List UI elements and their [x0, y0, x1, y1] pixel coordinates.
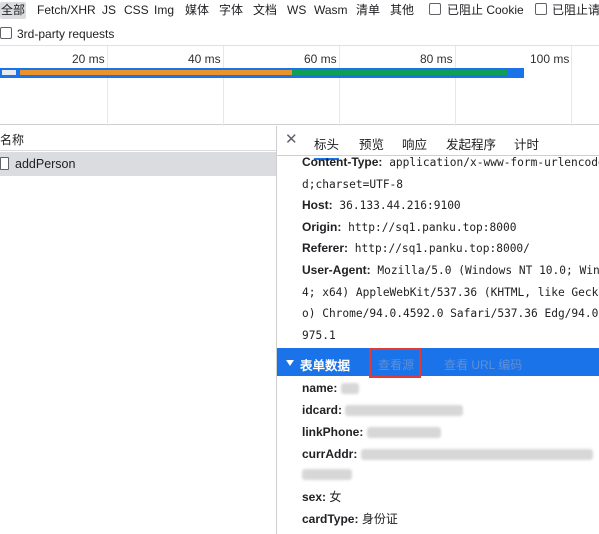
header-line: 4; x64) AppleWebKit/537.36 (KHTML, like … — [302, 282, 598, 304]
collapse-triangle-icon[interactable] — [286, 360, 294, 366]
field-name: idcard: — [302, 403, 343, 417]
header-value: 975.1 — [302, 328, 336, 342]
filter-all[interactable]: 全部 — [0, 2, 27, 19]
field-value: 身份证 — [361, 512, 398, 526]
filter-doc[interactable]: 文档 — [253, 2, 277, 19]
redacted-value — [302, 469, 352, 481]
filter-bar-row2: 3rd-party requests — [0, 22, 599, 44]
form-field: cardType: 身份证 — [302, 510, 398, 528]
header-line: Origin: http://sq1.panku.top:8000 — [302, 217, 516, 239]
redacted-value — [360, 449, 593, 461]
header-value: o) Chrome/94.0.4592.0 Safari/537.36 Edg/… — [302, 307, 599, 321]
column-name-header[interactable]: 名称 — [0, 133, 24, 147]
timeline-gridline — [107, 46, 108, 126]
timeline-gridline — [223, 46, 224, 126]
header-line: Content-Type: application/x-www-form-url… — [302, 152, 599, 174]
header-value: 4; x64) AppleWebKit/537.36 (KHTML, like … — [302, 285, 599, 299]
header-value: application/x-www-form-urlencode — [389, 156, 599, 169]
filter-manifest[interactable]: 清单 — [356, 2, 380, 19]
header-value: http://sq1.panku.top:8000/ — [354, 242, 530, 256]
timeline-tick: 100 ms — [530, 52, 570, 66]
form-field: sex: 女 — [302, 488, 341, 506]
request-bar-end — [508, 70, 522, 75]
request-name: addPerson — [15, 157, 76, 171]
view-url-encoded-button[interactable]: 查看 URL 编码 — [444, 356, 522, 373]
close-icon[interactable]: ✕ — [285, 132, 299, 147]
filter-img[interactable]: Img — [154, 2, 174, 19]
redacted-value — [340, 383, 359, 395]
list-header: 名称 — [0, 130, 276, 151]
header-name: Host: — [302, 198, 333, 213]
tab-response[interactable]: 响应 — [402, 134, 427, 153]
field-name: cardType: — [302, 512, 359, 526]
third-party-label: 3rd-party requests — [17, 27, 115, 41]
header-value: d;charset=UTF-8 — [302, 177, 404, 191]
view-source-button[interactable]: 查看源 — [378, 356, 414, 373]
tab-timing[interactable]: 计时 — [514, 134, 539, 153]
form-field-continuation — [302, 465, 352, 483]
document-icon — [0, 157, 9, 170]
header-name: Content-Type: — [302, 155, 383, 169]
header-line: d;charset=UTF-8 — [302, 174, 403, 196]
blocked-requests-label: 已阻止请 — [552, 3, 599, 17]
filter-fetch-xhr[interactable]: Fetch/XHR — [37, 2, 96, 19]
filter-wasm[interactable]: Wasm — [314, 2, 348, 19]
request-bar-waiting — [20, 70, 292, 75]
header-line: 975.1 — [302, 325, 336, 347]
filter-other[interactable]: 其他 — [390, 2, 414, 19]
form-fields: name: idcard: linkPhone: currAddr: sex: … — [277, 376, 599, 534]
redacted-value — [366, 427, 441, 439]
third-party-checkbox[interactable] — [0, 27, 12, 39]
form-data-section-header[interactable]: 表单数据 查看源 查看 URL 编码 — [277, 348, 599, 378]
blocked-requests-checkbox[interactable] — [535, 3, 547, 15]
request-row[interactable]: addPerson — [0, 152, 276, 176]
filter-js[interactable]: JS — [102, 2, 116, 19]
request-bar-download — [292, 70, 508, 75]
request-bar-queue — [2, 70, 16, 75]
redacted-value — [345, 405, 464, 417]
tab-preview[interactable]: 预览 — [359, 134, 384, 153]
filter-css[interactable]: CSS — [124, 2, 149, 19]
timeline-gridline — [571, 46, 572, 126]
timeline-gridline — [455, 46, 456, 126]
header-name: Origin: — [302, 219, 342, 234]
timeline-tick: 80 ms — [420, 52, 453, 66]
filter-media[interactable]: 媒体 — [185, 2, 209, 19]
header-line: Host: 36.133.44.216:9100 — [302, 195, 461, 217]
header-name: Referer: — [302, 241, 349, 256]
form-field: linkPhone: — [302, 423, 441, 441]
timeline-overview[interactable]: 20 ms 40 ms 60 ms 80 ms 100 ms — [0, 45, 599, 126]
timeline-tick: 20 ms — [72, 52, 105, 66]
tab-initiator[interactable]: 发起程序 — [446, 134, 496, 153]
timeline-tick: 60 ms — [304, 52, 337, 66]
blocked-cookies-label: 已阻止 Cookie — [447, 3, 524, 17]
filter-font[interactable]: 字体 — [219, 2, 243, 19]
filter-bar: 全部 Fetch/XHR JS CSS Img 媒体 字体 文档 WS Wasm… — [0, 0, 599, 21]
field-name: linkPhone: — [302, 425, 364, 439]
header-line: Referer: http://sq1.panku.top:8000/ — [302, 238, 530, 260]
request-headers: Content-Type: application/x-www-form-url… — [277, 152, 599, 348]
form-field: currAddr: — [302, 445, 593, 463]
field-name: name: — [302, 381, 338, 395]
form-field: name: — [302, 379, 359, 397]
filter-ws[interactable]: WS — [287, 2, 306, 19]
field-value: 女 — [329, 490, 342, 504]
header-name: User-Agent: — [302, 263, 371, 277]
form-data-title: 表单数据 — [300, 359, 351, 373]
form-field: idcard: — [302, 401, 464, 419]
header-value: http://sq1.panku.top:8000 — [348, 220, 517, 234]
timeline-gridline — [339, 46, 340, 126]
field-name: sex: — [302, 490, 327, 504]
blocked-cookies-checkbox[interactable] — [429, 3, 441, 15]
timeline-tick: 40 ms — [188, 52, 221, 66]
field-name: currAddr: — [302, 447, 358, 461]
header-line: User-Agent: Mozilla/5.0 (Windows NT 10.0… — [302, 260, 599, 282]
header-value: Mozilla/5.0 (Windows NT 10.0; Win6 — [377, 264, 599, 277]
header-line: o) Chrome/94.0.4592.0 Safari/537.36 Edg/… — [302, 303, 599, 325]
header-value: 36.133.44.216:9100 — [339, 199, 461, 213]
